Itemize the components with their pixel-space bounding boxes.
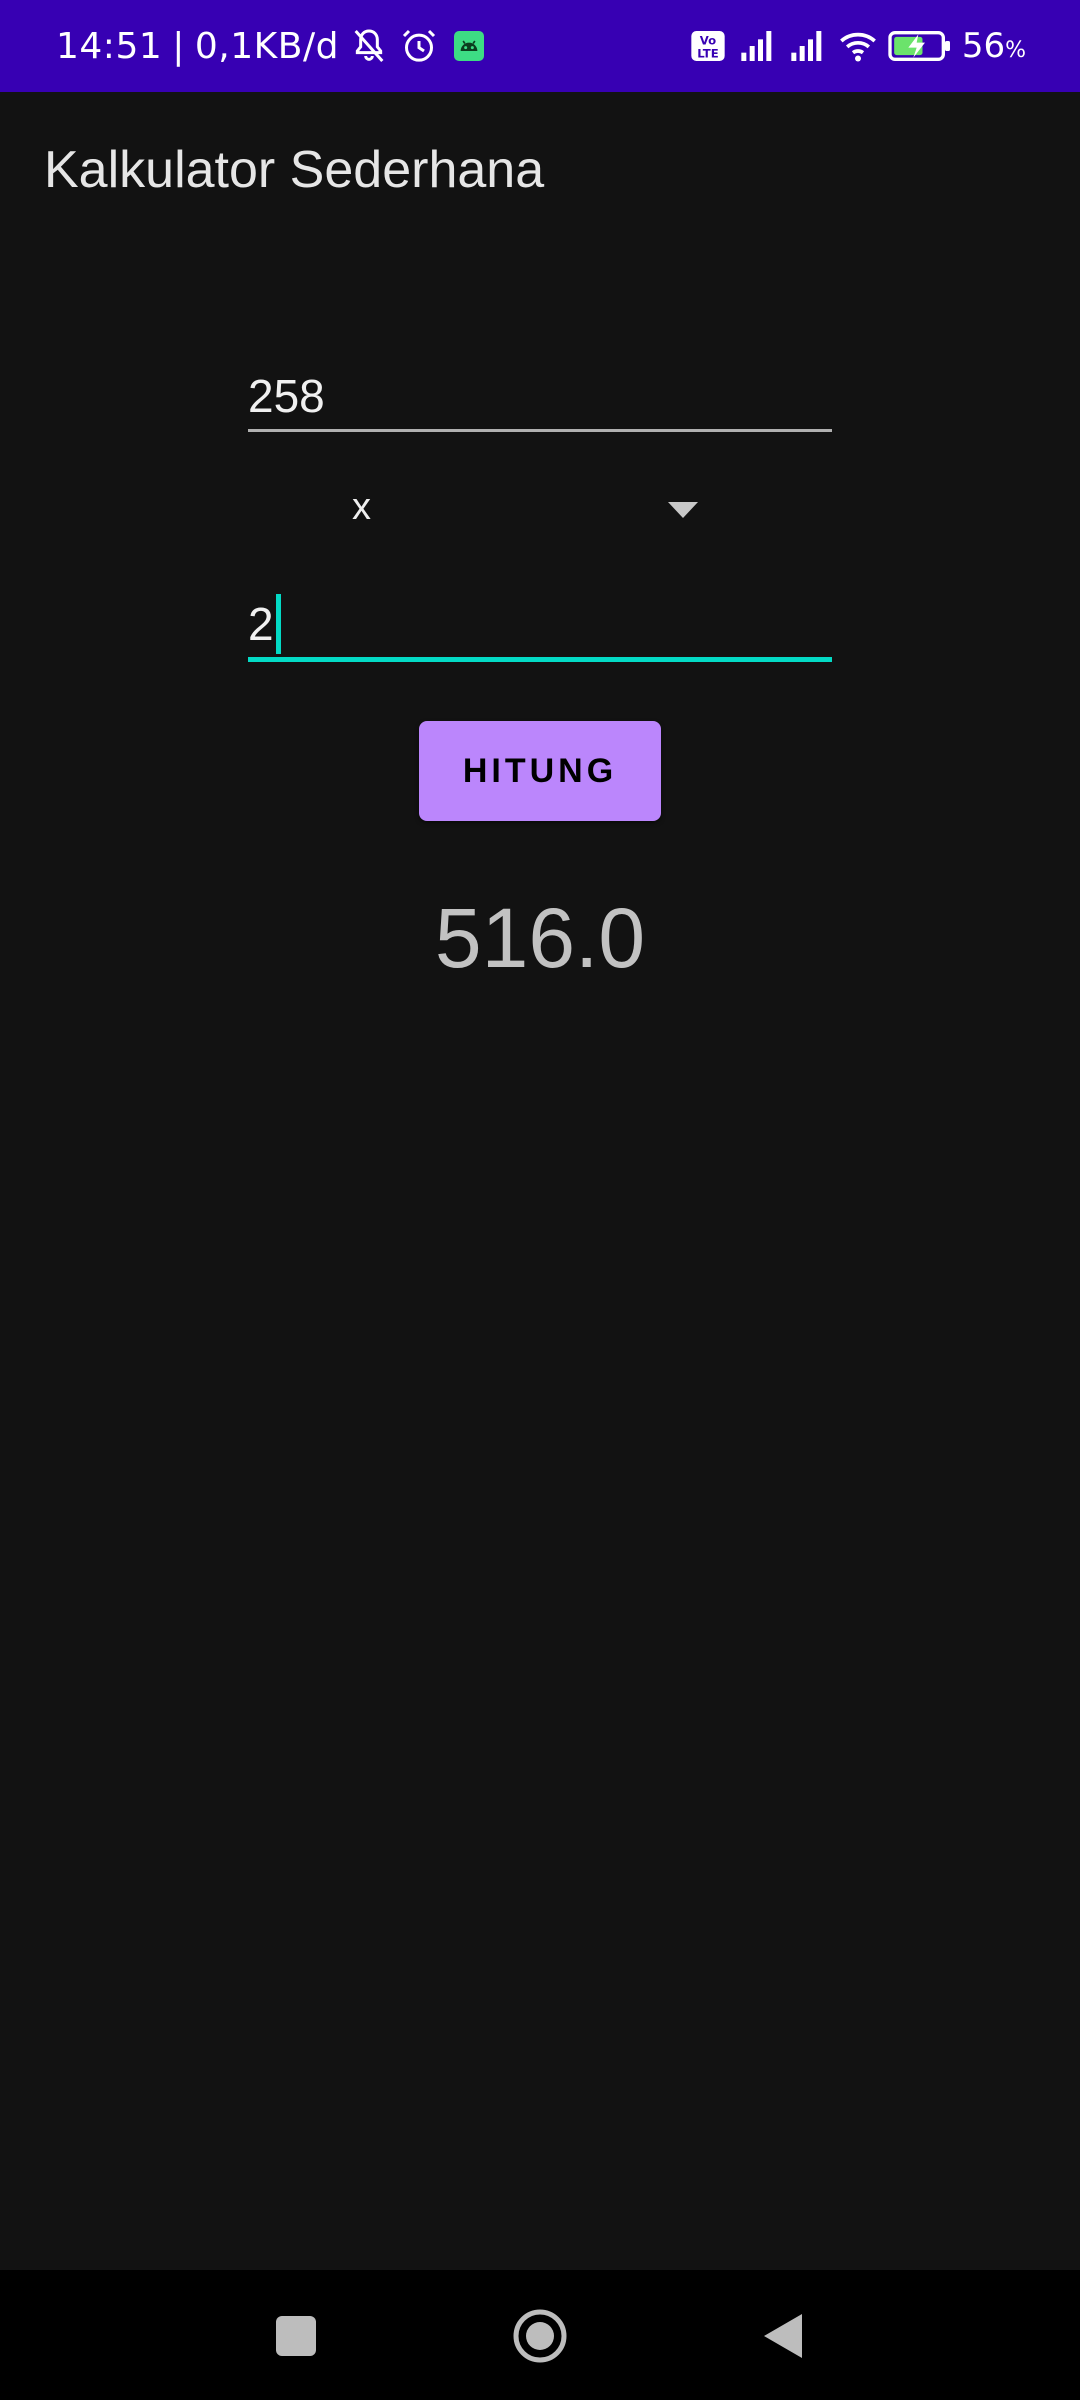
screen: 14:51 | 0,1KB/d Vo LTE 56% Kalkulator Se… — [0, 0, 1080, 2400]
wifi-icon — [838, 26, 878, 66]
operator-selected: x — [352, 486, 371, 528]
second-number-input[interactable]: 2 — [248, 590, 832, 662]
battery-charging-icon — [888, 26, 952, 66]
recents-icon[interactable] — [264, 2304, 328, 2368]
status-left: 14:51 | 0,1KB/d — [56, 26, 489, 67]
battery-unit: % — [1005, 38, 1026, 63]
battery-percent: 56% — [961, 26, 1026, 66]
app-title: Kalkulator Sederhana — [44, 141, 545, 199]
calculate-button[interactable]: HITUNG — [419, 721, 661, 821]
dropdown-arrow-icon — [668, 502, 698, 518]
status-time: 14:51 — [56, 25, 163, 67]
result-text: 516.0 — [434, 891, 646, 985]
svg-text:LTE: LTE — [697, 47, 718, 61]
status-bar: 14:51 | 0,1KB/d Vo LTE 56% — [0, 0, 1080, 92]
android-app-icon — [449, 26, 489, 66]
navigation-bar — [0, 2270, 1080, 2400]
signal-icon — [788, 26, 828, 66]
network-speed: 0,1KB/d — [194, 25, 339, 67]
first-number-input[interactable]: 258 — [248, 364, 832, 432]
bell-off-icon — [349, 26, 389, 66]
status-separator: | — [172, 25, 185, 67]
volte-icon: Vo LTE — [688, 26, 728, 66]
svg-text:Vo: Vo — [700, 33, 716, 47]
text-cursor — [275, 593, 281, 654]
back-icon[interactable] — [752, 2304, 816, 2368]
signal-icon — [738, 26, 778, 66]
operator-spinner[interactable]: x — [248, 478, 728, 548]
home-icon[interactable] — [508, 2304, 572, 2368]
second-number-value: 2 — [248, 597, 274, 650]
status-right: Vo LTE 56% — [688, 26, 1026, 66]
alarm-icon — [399, 26, 439, 66]
